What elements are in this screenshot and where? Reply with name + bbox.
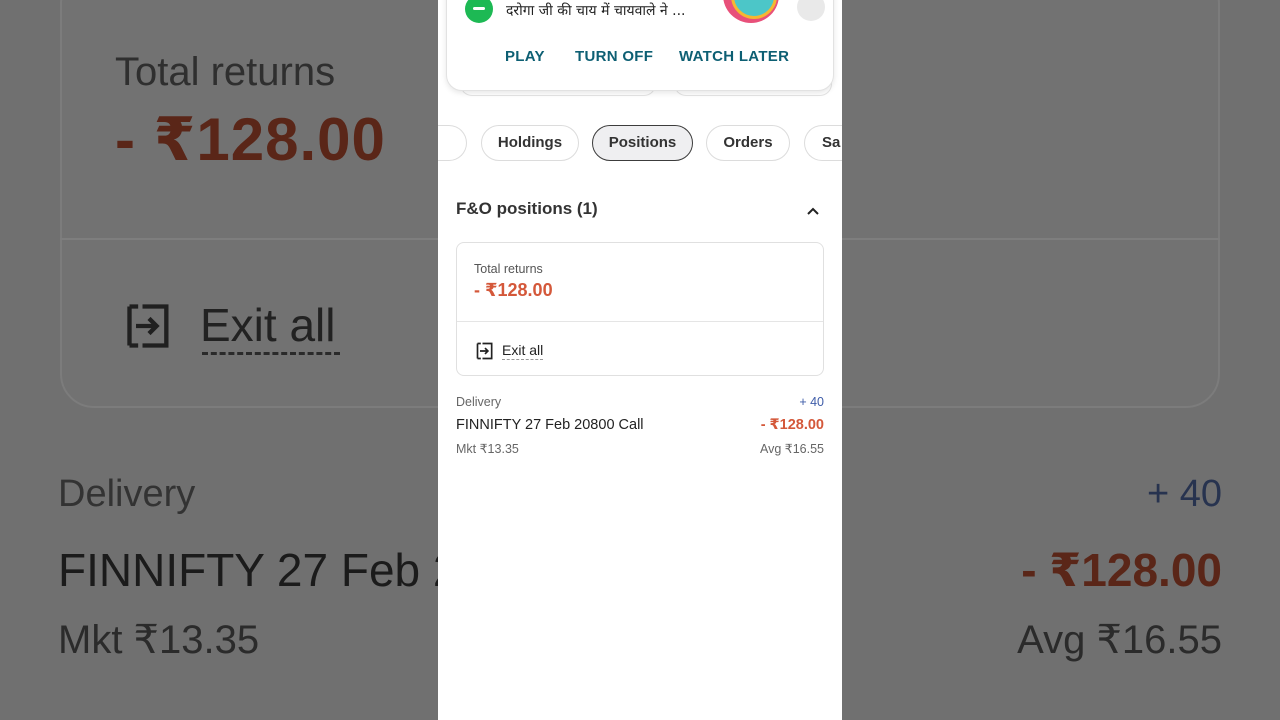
expand-icon[interactable]	[797, 0, 825, 21]
portfolio-tabs: Holdings Positions Orders Sa	[438, 125, 842, 161]
turn-off-button[interactable]: TURN OFF	[575, 48, 653, 65]
tab-holdings[interactable]: Holdings	[481, 125, 579, 161]
total-returns-value: - ₹128.00	[474, 280, 553, 300]
notification-actions: PLAY TURN OFF WATCH LATER	[447, 48, 833, 72]
product-type: Delivery	[456, 395, 502, 409]
tab-positions[interactable]: Positions	[592, 125, 693, 161]
notification-card[interactable]: दरोगा जी की चाय में चायवाले ने ... PLAY …	[446, 0, 834, 91]
exit-icon	[476, 342, 493, 360]
bg-exit-icon	[127, 304, 169, 348]
divider	[457, 321, 823, 322]
tab-orders[interactable]: Orders	[706, 125, 790, 161]
position-quantity: + 40	[799, 395, 824, 409]
play-button[interactable]: PLAY	[505, 48, 545, 65]
fo-positions-header[interactable]: F&O positions (1)	[456, 196, 824, 224]
bg-total-returns-value: - ₹128.00	[115, 106, 386, 173]
notification-thumbnail	[723, 0, 779, 23]
app-logo-icon	[465, 0, 493, 23]
section-title: F&O positions (1)	[456, 199, 598, 218]
bg-qty: + 40	[1146, 473, 1222, 515]
position-row[interactable]: Delivery + 40 FINNIFTY 27 Feb 20800 Call…	[456, 394, 824, 460]
chevron-up-icon[interactable]	[806, 204, 820, 218]
tab-next[interactable]: Sa	[804, 125, 842, 161]
bg-exit-all-label: Exit all	[200, 299, 336, 351]
average-price: Avg ₹16.55	[759, 442, 824, 456]
returns-summary-card: Total returns - ₹128.00 Exit all	[456, 242, 824, 376]
phone-screen: दरोगा जी की चाय में चायवाले ने ... PLAY …	[438, 0, 842, 720]
bg-exit-underline	[202, 352, 340, 355]
bg-mkt-price: Mkt ₹13.35	[58, 618, 260, 662]
bg-total-returns-label: Total returns	[115, 50, 336, 94]
bg-delivery-label: Delivery	[58, 473, 196, 515]
watch-later-button[interactable]: WATCH LATER	[679, 48, 789, 65]
tab-previous[interactable]	[438, 125, 467, 161]
market-price: Mkt ₹13.35	[456, 442, 519, 456]
exit-all-label: Exit all	[502, 342, 544, 360]
instrument-name: FINNIFTY 27 Feb 20800 Call	[456, 417, 644, 433]
bg-pnl: - ₹128.00	[1021, 544, 1222, 596]
notification-text: दरोगा जी की चाय में चायवाले ने ...	[506, 3, 686, 19]
bg-instrument-name: FINNIFTY 27 Feb 2	[58, 544, 459, 596]
bg-avg-price: Avg ₹16.55	[1017, 618, 1222, 662]
position-pnl: - ₹128.00	[760, 417, 824, 433]
total-returns-label: Total returns	[474, 262, 543, 276]
